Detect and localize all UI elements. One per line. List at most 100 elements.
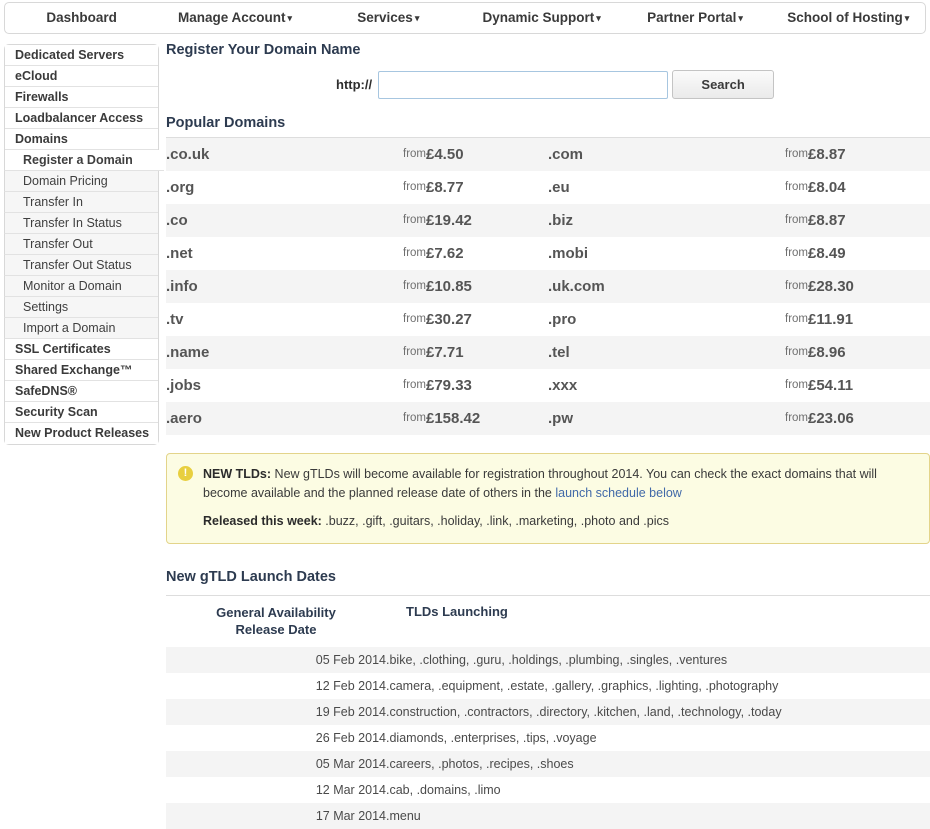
tld-price-left: £7.71 xyxy=(426,343,464,361)
launch-schedule-link[interactable]: launch schedule below xyxy=(555,486,681,500)
tld-price-right: £11.91 xyxy=(808,310,854,328)
sidebar-item-new-product-releases[interactable]: New Product Releases xyxy=(5,423,158,444)
nav-item-school-of-hosting[interactable]: School of Hosting ▾ xyxy=(772,3,925,34)
tld-name-right: .com xyxy=(548,145,584,163)
nav-item-dynamic-support[interactable]: Dynamic Support ▾ xyxy=(465,3,618,34)
alert-released-paragraph: Released this week: .buzz, .gift, .guita… xyxy=(203,512,917,531)
tld-name-right: .mobi xyxy=(548,244,588,262)
tld-name-left: .co.uk xyxy=(166,145,210,163)
main-content: Register Your Domain Name http:// Search… xyxy=(166,42,930,829)
tld-price-right: £8.96 xyxy=(808,343,846,361)
sidebar-item-settings[interactable]: Settings xyxy=(4,297,158,318)
page-title: Register Your Domain Name xyxy=(166,42,361,58)
sidebar-item-monitor-a-domain[interactable]: Monitor a Domain xyxy=(4,276,158,297)
tld-price-right: £8.49 xyxy=(808,244,846,262)
sidebar-item-transfer-out[interactable]: Transfer Out xyxy=(4,234,158,255)
launch-tlds-cell: .careers, .photos, .recipes, .shoes xyxy=(386,750,930,777)
sidebar-item-transfer-in[interactable]: Transfer In xyxy=(4,192,158,213)
column-header-release-date: General Availability Release Date xyxy=(166,595,386,647)
new-tlds-alert: ! NEW TLDs: New gTLDs will become availa… xyxy=(166,452,930,544)
sidebar-item-domains[interactable]: Domains xyxy=(5,129,158,150)
sidebar-item-dedicated-servers[interactable]: Dedicated Servers xyxy=(5,45,158,66)
from-label-left: from xyxy=(403,148,426,161)
from-label-left: from xyxy=(403,214,426,226)
table-row: .jobs from £79.33 .xxx from £54.11 xyxy=(166,368,930,402)
sidebar-item-shared-exchange[interactable]: Shared Exchange™ xyxy=(5,360,158,381)
tld-name-left: .net xyxy=(166,244,193,262)
sidebar-item-label: Import a Domain xyxy=(23,321,116,335)
from-label-right: from xyxy=(785,379,808,391)
tld-name-right: .biz xyxy=(548,211,573,229)
table-row: .aero from £158.42 .pw from £23.06 xyxy=(166,401,930,435)
popular-domains-table: .co.uk from £4.50 .com from £8.87 .org from £8.7… xyxy=(166,137,930,435)
search-input[interactable] xyxy=(378,70,669,99)
sidebar-item-domain-pricing[interactable]: Domain Pricing xyxy=(4,171,158,192)
nav-item-dashboard[interactable]: Dashboard xyxy=(5,3,158,33)
nav-item-label: Dashboard xyxy=(46,10,117,25)
nav-item-services[interactable]: Services ▾ xyxy=(312,3,465,34)
launch-date-cell: 12 Feb 2014 xyxy=(166,672,386,699)
nav-item-label: School of Hosting xyxy=(787,9,903,25)
sidebar-item-label: Transfer In Status xyxy=(23,216,122,230)
sidebar-item-import-a-domain[interactable]: Import a Domain xyxy=(4,318,158,339)
sidebar-item-label: SafeDNS® xyxy=(15,384,78,398)
launch-dates-title: New gTLD Launch Dates xyxy=(166,568,336,585)
sidebar-item-transfer-out-status[interactable]: Transfer Out Status xyxy=(4,255,158,276)
sidebar-item-safedns[interactable]: SafeDNS® xyxy=(5,381,158,402)
domain-search-row: http:// Search xyxy=(166,70,930,99)
tld-price-left: £30.27 xyxy=(426,310,472,328)
chevron-down-icon: ▾ xyxy=(738,12,743,23)
sidebar-item-loadbalancer-access[interactable]: Loadbalancer Access xyxy=(5,108,158,129)
launch-date-cell: 19 Feb 2014 xyxy=(166,698,386,725)
launch-date-cell: 17 Mar 2014 xyxy=(166,802,386,829)
launch-tlds-cell: .construction, .contractors, .directory,… xyxy=(386,698,930,725)
sidebar-item-label: New Product Releases xyxy=(15,426,150,440)
from-label-right: from xyxy=(785,412,808,424)
nav-item-partner-portal[interactable]: Partner Portal ▾ xyxy=(618,3,771,34)
launch-tlds-cell: .diamonds, .enterprises, .tips, .voyage xyxy=(386,724,930,751)
sidebar-item-label: Transfer Out xyxy=(23,237,93,251)
tld-name-right: .eu xyxy=(548,178,570,196)
tld-name-right: .pro xyxy=(548,310,577,328)
sidebar-item-label: eCloud xyxy=(15,69,58,83)
sidebar-item-label: Security Scan xyxy=(15,405,98,419)
tld-name-left: .aero xyxy=(166,409,202,427)
nav-item-manage-account[interactable]: Manage Account ▾ xyxy=(158,3,311,34)
from-label-left: from xyxy=(403,247,426,259)
sidebar-item-ecloud[interactable]: eCloud xyxy=(5,66,158,87)
sidebar-item-firewalls[interactable]: Firewalls xyxy=(5,87,158,108)
tld-price-right: £8.87 xyxy=(808,145,846,163)
tld-price-right: £8.04 xyxy=(808,178,846,196)
from-label-right: from xyxy=(785,181,808,193)
sidebar-item-label: Shared Exchange™ xyxy=(15,363,133,377)
table-row: .net from £7.62 .mobi from £8.49 xyxy=(166,236,930,270)
tld-name-left: .name xyxy=(166,343,210,361)
sidebar-item-label: Domains xyxy=(15,132,68,146)
from-label-right: from xyxy=(785,148,808,161)
launch-tlds-cell: .bike, .clothing, .guru, .holdings, .plu… xyxy=(386,646,930,673)
sidebar-item-register-a-domain[interactable]: Register a Domain xyxy=(4,150,164,171)
sidebar-item-transfer-in-status[interactable]: Transfer In Status xyxy=(4,213,158,234)
tld-name-right: .xxx xyxy=(548,376,578,394)
from-label-right: from xyxy=(785,280,808,292)
sidebar-item-security-scan[interactable]: Security Scan xyxy=(5,402,158,423)
released-this-week-list: .buzz, .gift, .guitars, .holiday, .link,… xyxy=(321,513,669,528)
top-navigation-bar: Dashboard Manage Account ▾ Services ▾ Dynamic… xyxy=(4,2,926,34)
from-label-left: from xyxy=(403,181,426,193)
table-row: .tv from £30.27 .pro from £11.91 xyxy=(166,302,930,336)
nav-item-label: Services xyxy=(357,9,413,25)
sidebar-item-label: Monitor a Domain xyxy=(23,279,122,293)
launch-date-cell: 26 Feb 2014 xyxy=(166,724,386,751)
from-label-left: from xyxy=(403,313,426,325)
table-row: .name from £7.71 .tel from £8.96 xyxy=(166,335,930,369)
popular-domains-title: Popular Domains xyxy=(166,115,286,131)
sidebar-navigation: Dedicated Servers eCloud Firewalls Loadbala… xyxy=(4,44,164,445)
launch-date-cell: 05 Mar 2014 xyxy=(166,750,386,777)
tld-price-left: £8.77 xyxy=(426,178,464,196)
sidebar-item-label: Firewalls xyxy=(15,90,69,104)
tld-price-left: £79.33 xyxy=(426,376,472,394)
tld-price-right: £23.06 xyxy=(808,409,854,427)
search-button[interactable]: Search xyxy=(672,70,775,99)
sidebar-item-ssl-certificates[interactable]: SSL Certificates xyxy=(5,339,158,360)
from-label-right: from xyxy=(785,313,808,325)
